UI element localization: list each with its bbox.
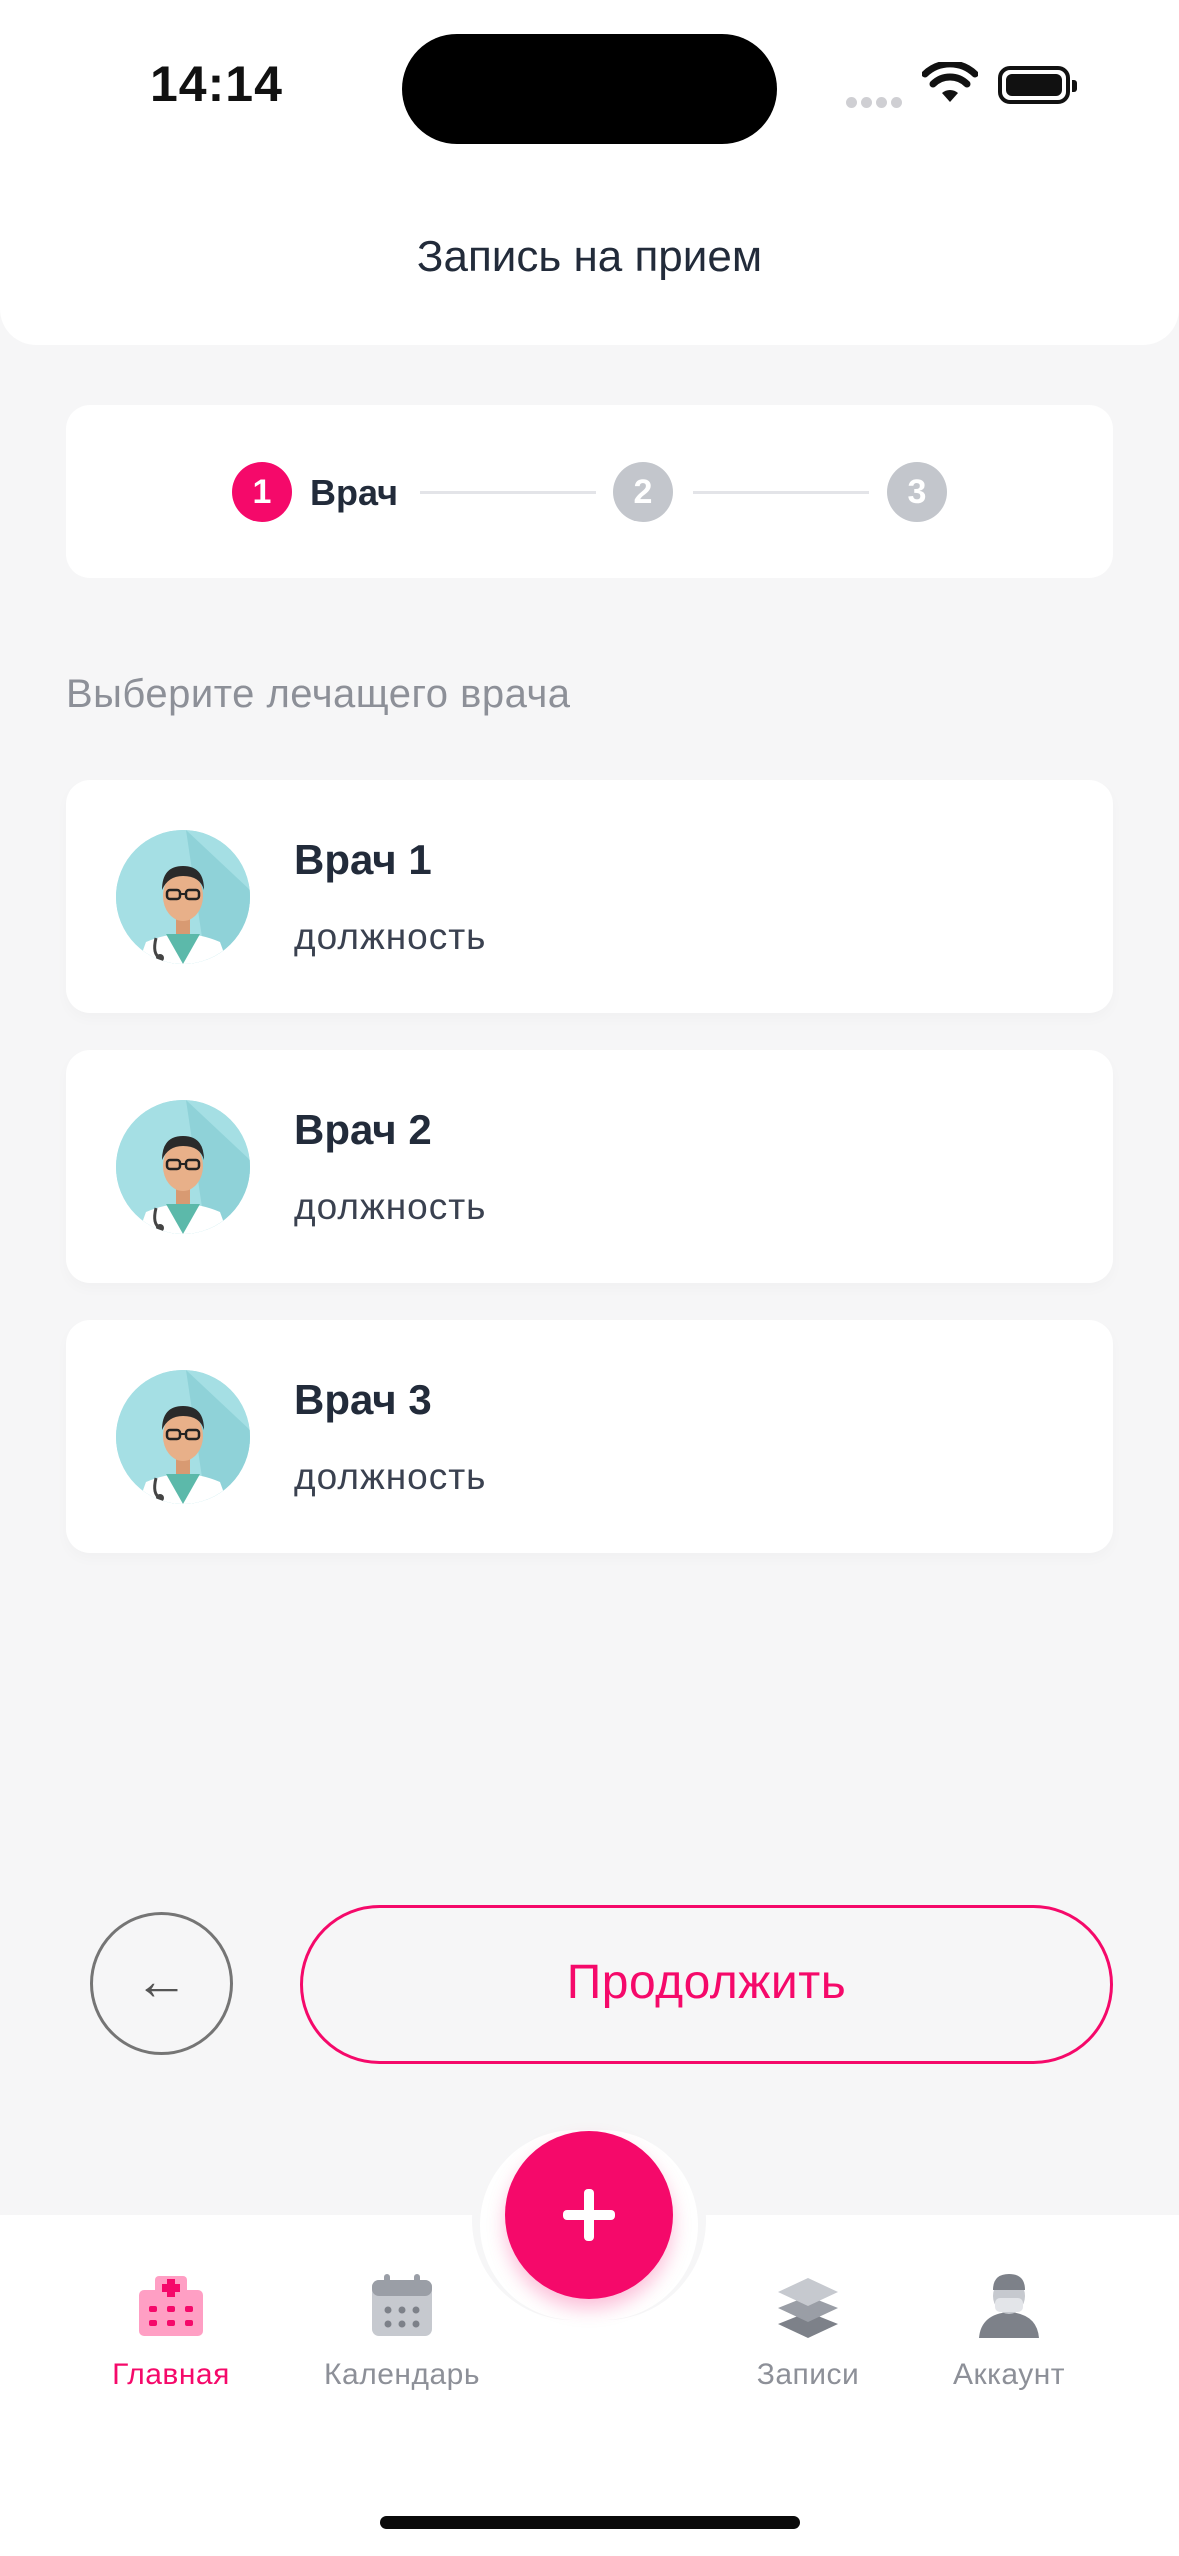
doctor-position: должность	[294, 916, 487, 957]
doctor-position: должность	[294, 1186, 487, 1227]
battery-icon	[998, 66, 1077, 104]
section-label: Выберите лечащего врача	[66, 672, 571, 716]
arrow-left-icon: ←	[134, 1951, 189, 2011]
dynamic-island	[402, 34, 777, 144]
page-title: Запись на прием	[416, 232, 763, 281]
layers-icon	[772, 2270, 844, 2342]
tab-label: Аккаунт	[952, 2358, 1066, 2391]
doctor-position: должность	[294, 1456, 487, 1497]
doctor-name: Врач 1	[294, 836, 432, 883]
stepper: 1 Врач 2 3	[66, 405, 1113, 578]
back-button[interactable]: ←	[90, 1912, 233, 2055]
tab-label: Записи	[756, 2358, 860, 2391]
step-3-indicator: 3	[887, 462, 947, 522]
doctor-name: Врач 2	[294, 1106, 432, 1153]
calendar-icon	[366, 2270, 438, 2342]
hospital-icon	[135, 2270, 207, 2342]
tab-label: Главная	[112, 2358, 230, 2391]
tab-home[interactable]: Главная	[71, 2270, 271, 2392]
doctor-card[interactable]: Врач 3 должность	[66, 1320, 1113, 1553]
step-connector	[420, 491, 596, 494]
add-appointment-button[interactable]	[505, 2131, 673, 2299]
step-2-indicator: 2	[613, 462, 673, 522]
doctor-card[interactable]: Врач 1 должность	[66, 780, 1113, 1013]
doctor-avatar	[116, 1100, 250, 1234]
wifi-icon	[921, 60, 979, 109]
doctor-card[interactable]: Врач 2 должность	[66, 1050, 1113, 1283]
plus-icon	[563, 2189, 615, 2241]
doctor-avatar	[116, 830, 250, 964]
tab-records[interactable]: Записи	[708, 2270, 908, 2392]
cellular-signal-icon	[846, 95, 906, 113]
doctor-account-icon	[973, 2270, 1045, 2342]
tab-calendar[interactable]: Календарь	[302, 2270, 502, 2392]
tab-label: Календарь	[324, 2358, 480, 2391]
status-time: 14:14	[150, 56, 283, 112]
doctor-name: Врач 3	[294, 1376, 432, 1423]
continue-button[interactable]: Продолжить	[300, 1905, 1113, 2064]
step-1-indicator: 1	[232, 462, 292, 522]
step-1-label: Врач	[310, 472, 399, 513]
home-indicator	[380, 2516, 800, 2529]
step-connector	[693, 491, 869, 494]
tab-account[interactable]: Аккаунт	[909, 2270, 1109, 2392]
doctor-avatar	[116, 1370, 250, 1504]
